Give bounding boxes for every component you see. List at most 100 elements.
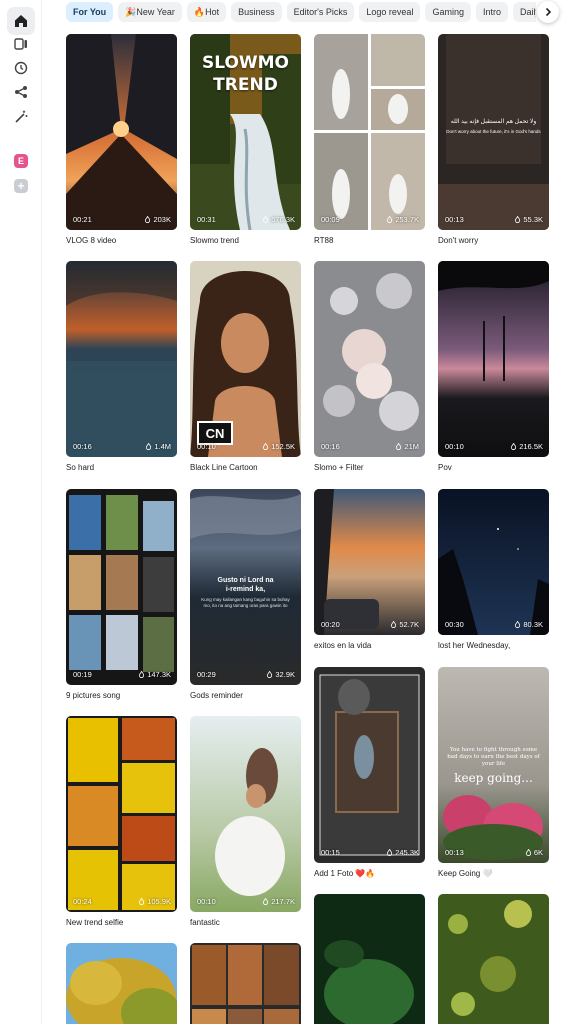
duration-label: 00:30 — [445, 620, 464, 629]
tabs-next-button[interactable] — [537, 1, 559, 23]
tab-business[interactable]: Business — [231, 2, 282, 22]
template-title[interactable]: 9 pictures song — [66, 691, 177, 701]
template-title[interactable]: New trend selfie — [66, 918, 177, 928]
template-thumbnail[interactable]: 00:10 216.5K — [438, 261, 549, 457]
template-card[interactable] — [438, 894, 549, 1024]
slowmo-overlay-line1: SLOWMO — [201, 53, 290, 73]
template-thumbnail[interactable]: 00:20 52.7K — [314, 489, 425, 635]
template-thumbnail[interactable]: 00:15 245.3K — [314, 667, 425, 863]
sidebar: E + — [0, 0, 42, 1024]
template-card[interactable]: 00:21 203K VLOG 8 video — [66, 34, 177, 246]
template-card[interactable]: 00:09 253.7K RT88 — [314, 34, 425, 246]
flame-icon — [267, 671, 273, 678]
gods-overlay-body: Kung may kailangan kang baguhin sa buhay… — [201, 597, 290, 608]
sidebar-item-magic[interactable] — [7, 103, 35, 131]
template-card[interactable]: SLOWMO TREND 00:31 676.3K Slowmo trend — [190, 34, 301, 246]
template-title[interactable]: Black Line Cartoon — [190, 463, 301, 473]
tab-intro[interactable]: Intro — [475, 2, 508, 22]
usage-count-value: 55.3K — [523, 215, 543, 224]
flame-icon — [263, 898, 269, 905]
home-icon — [15, 15, 27, 27]
template-card[interactable]: 00:19 147.3K 9 pictures song — [66, 489, 177, 701]
template-thumbnail[interactable] — [314, 894, 425, 1024]
dont-worry-arabic: ولا تحمل هم المستقبل فإنه بيد الله — [450, 119, 537, 125]
template-thumbnail[interactable]: 00:09 253.7K — [314, 34, 425, 230]
thumbnail-image — [314, 34, 425, 230]
template-title[interactable]: Slomo + Filter — [314, 463, 425, 473]
template-thumbnail[interactable] — [438, 894, 549, 1024]
usage-count-value: 245.3K — [395, 848, 419, 857]
template-thumbnail[interactable]: 00:30 80.3K — [438, 489, 549, 635]
template-title[interactable]: Pov — [438, 463, 549, 473]
template-title[interactable]: Keep Going 🤍 — [438, 869, 549, 879]
template-thumbnail[interactable] — [190, 943, 301, 1024]
template-title[interactable]: Slowmo trend — [190, 236, 301, 246]
tab-editors-picks[interactable]: Editor's Picks — [286, 2, 355, 22]
template-card[interactable]: CN 00:10 152.5K Black Line Cartoon — [190, 261, 301, 473]
template-title[interactable]: So hard — [66, 463, 177, 473]
template-title[interactable]: exitos en la vida — [314, 641, 425, 651]
tab-daily-vlog[interactable]: Daily VLOG — [512, 2, 536, 22]
usage-count-value: 52.7K — [399, 620, 419, 629]
tab-for-you[interactable]: For You — [66, 2, 114, 22]
add-workspace-button[interactable]: + — [14, 179, 28, 193]
tab-new-year[interactable]: 🎉New Year — [118, 2, 182, 22]
template-card[interactable]: ولا تحمل هم المستقبل فإنه بيد الله Don't… — [438, 34, 549, 246]
flame-icon — [139, 671, 145, 678]
template-card[interactable] — [314, 894, 425, 1024]
template-thumbnail[interactable] — [66, 943, 177, 1024]
template-thumbnail[interactable]: SLOWMO TREND 00:31 676.3K — [190, 34, 301, 230]
template-thumbnail[interactable]: 00:10 217.7K — [190, 716, 301, 912]
usage-count-value: 253.7K — [395, 215, 419, 224]
tab-gaming[interactable]: Gaming — [425, 2, 471, 22]
flame-icon — [515, 621, 521, 628]
template-card[interactable] — [190, 943, 301, 1024]
gods-overlay-line2: i-remind ka, — [225, 586, 266, 593]
usage-count-value: 152.5K — [271, 442, 295, 451]
thumbnail-image — [66, 943, 177, 1024]
template-card[interactable]: 00:15 245.3K Add 1 Foto ❤️🔥 — [314, 667, 425, 879]
usage-count: 80.3K — [514, 620, 543, 629]
template-title[interactable]: Add 1 Foto ❤️🔥 — [314, 869, 425, 879]
duration-label: 00:16 — [73, 442, 92, 451]
duration-label: 00:31 — [197, 215, 216, 224]
template-card[interactable]: Gusto ni Lord na i-remind ka, Kung may k… — [190, 489, 301, 701]
template-thumbnail[interactable]: 00:19 147.3K — [66, 489, 177, 685]
tab-hot[interactable]: 🔥Hot — [186, 2, 227, 22]
usage-count: 21M — [395, 442, 419, 451]
template-card[interactable] — [66, 943, 177, 1024]
template-title[interactable]: Gods reminder — [190, 691, 301, 701]
template-title[interactable]: fantastic — [190, 918, 301, 928]
template-card[interactable]: 00:20 52.7K exitos en la vida — [314, 489, 425, 651]
usage-count-value: 80.3K — [523, 620, 543, 629]
thumbnail-image — [66, 489, 177, 685]
template-thumbnail[interactable]: You have to fight through some bad days … — [438, 667, 549, 863]
template-title[interactable]: lost her Wednesday, — [438, 641, 549, 651]
duration-label: 00:16 — [321, 442, 340, 451]
template-card[interactable]: 00:10 217.7K fantastic — [190, 716, 301, 928]
workspace-badge[interactable]: E — [14, 154, 28, 168]
template-thumbnail[interactable]: ولا تحمل هم المستقبل فإنه بيد الله Don't… — [438, 34, 549, 230]
template-card[interactable]: 00:16 21M Slomo + Filter — [314, 261, 425, 473]
template-thumbnail[interactable]: CN 00:10 152.5K — [190, 261, 301, 457]
gods-overlay-line1: Gusto ni Lord na — [217, 577, 274, 584]
template-thumbnail[interactable]: 00:24 105.9K — [66, 716, 177, 912]
template-card[interactable]: 00:24 105.9K New trend selfie — [66, 716, 177, 928]
tab-logo-reveal[interactable]: Logo reveal — [359, 2, 421, 22]
template-thumbnail[interactable]: 00:21 203K — [66, 34, 177, 230]
template-title[interactable]: Don't worry — [438, 236, 549, 246]
template-card[interactable]: 00:16 1.4M So hard — [66, 261, 177, 473]
template-card[interactable]: 00:10 216.5K Pov — [438, 261, 549, 473]
template-thumbnail[interactable]: 00:16 21M — [314, 261, 425, 457]
template-card[interactable]: 00:30 80.3K lost her Wednesday, — [438, 489, 549, 651]
template-card[interactable]: You have to fight through some bad days … — [438, 667, 549, 879]
sidebar-item-share[interactable] — [7, 78, 35, 106]
template-thumbnail[interactable]: 00:16 1.4M — [66, 261, 177, 457]
thumbnail-image — [438, 894, 549, 1024]
usage-count-value: 1.4M — [154, 442, 171, 451]
history-icon — [14, 61, 28, 75]
template-thumbnail[interactable]: Gusto ni Lord na i-remind ka, Kung may k… — [190, 489, 301, 685]
template-title[interactable]: VLOG 8 video — [66, 236, 177, 246]
template-title[interactable]: RT88 — [314, 236, 425, 246]
usage-count-value: 6K — [533, 848, 543, 857]
